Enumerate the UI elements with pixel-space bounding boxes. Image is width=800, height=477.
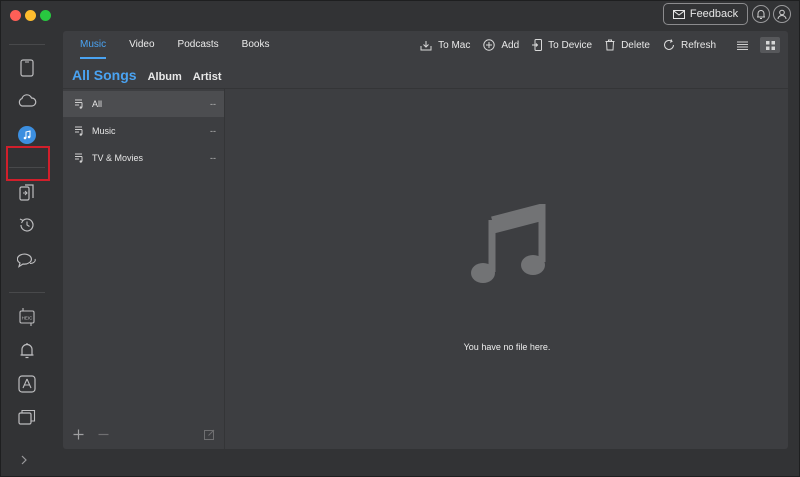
notifications-button[interactable] <box>752 5 770 23</box>
to-mac-label: To Mac <box>438 39 471 51</box>
subtab-artist[interactable]: Artist <box>193 71 222 83</box>
title-bar: Feedback <box>1 1 800 29</box>
app-window: Feedback HEIC Music Video Podcasts Books… <box>0 0 800 477</box>
rail-item-device[interactable] <box>15 56 39 80</box>
rail-item-icloud[interactable] <box>15 89 39 113</box>
svg-text:HEIC: HEIC <box>22 316 34 321</box>
list-item-label: TV & Movies <box>92 153 144 163</box>
expand-sidebar-button[interactable] <box>20 453 28 471</box>
new-playlist-button[interactable] <box>73 428 84 444</box>
list-view-button[interactable] <box>732 37 752 53</box>
user-icon <box>777 9 787 19</box>
minimize-window-button[interactable] <box>25 10 36 21</box>
category-tabs: Music Video Podcasts Books <box>63 31 275 59</box>
subtab-all-songs[interactable]: All Songs <box>72 67 137 83</box>
to-mac-button[interactable]: To Mac <box>420 40 470 51</box>
music-note-icon <box>471 204 546 283</box>
add-label: Add <box>501 39 520 51</box>
app-store-icon <box>18 375 36 393</box>
plus-icon <box>73 429 84 440</box>
edit-icon <box>204 429 215 440</box>
chevron-right-icon <box>21 455 27 465</box>
cards-icon <box>18 409 36 425</box>
list-item-tv-movies[interactable]: TV & Movies -- <box>63 145 224 171</box>
rail-divider <box>9 167 45 168</box>
rail-item-music[interactable] <box>15 123 39 147</box>
subtab-album[interactable]: Album <box>148 71 182 83</box>
list-item-count: -- <box>210 126 216 136</box>
playlist-icon <box>75 153 83 163</box>
list-item-label: Music <box>92 126 116 136</box>
selected-highlight <box>6 146 50 181</box>
list-item-all[interactable]: All -- <box>63 91 224 117</box>
tab-books[interactable]: Books <box>242 31 270 59</box>
send-to-device-icon <box>532 39 543 51</box>
list-item-music[interactable]: Music -- <box>63 118 224 144</box>
cloud-icon <box>18 94 37 107</box>
trash-icon <box>605 39 615 51</box>
tab-video[interactable]: Video <box>129 31 154 59</box>
refresh-button[interactable]: Refresh <box>663 39 716 51</box>
close-window-button[interactable] <box>10 10 21 21</box>
feedback-label: Feedback <box>689 8 739 20</box>
list-item-count: -- <box>210 99 216 109</box>
device-transfer-icon <box>19 184 34 201</box>
refresh-icon <box>664 39 674 50</box>
empty-message: You have no file here. <box>463 342 551 352</box>
notification-bell-icon <box>20 343 34 359</box>
download-tray-icon <box>420 40 432 50</box>
rail-divider <box>9 292 45 293</box>
empty-state: You have no file here. <box>226 89 788 449</box>
list-footer <box>63 425 224 449</box>
left-nav-rail: HEIC <box>1 29 53 477</box>
rail-divider <box>9 44 45 45</box>
rail-item-more[interactable] <box>15 405 39 429</box>
main-panel: Music Video Podcasts Books To Mac Add To… <box>63 31 788 449</box>
playlist-icon <box>75 126 83 136</box>
history-icon <box>19 218 34 232</box>
tab-music[interactable]: Music <box>80 31 107 59</box>
to-device-label: To Device <box>548 39 593 51</box>
rail-item-phone-switcher[interactable] <box>15 181 39 205</box>
tab-podcasts[interactable]: Podcasts <box>178 31 219 59</box>
view-subtabs: All Songs Album Artist <box>72 67 222 83</box>
zoom-window-button[interactable] <box>40 10 51 21</box>
minus-icon <box>98 433 109 436</box>
delete-button[interactable]: Delete <box>605 39 650 51</box>
heic-convert-icon: HEIC <box>19 308 35 326</box>
delete-label: Delete <box>621 39 650 51</box>
account-button[interactable] <box>773 5 791 23</box>
rail-item-heic[interactable]: HEIC <box>15 305 39 329</box>
chat-icon <box>17 253 36 268</box>
edit-playlist-button[interactable] <box>204 428 215 444</box>
rail-item-apps[interactable] <box>15 372 39 396</box>
list-view-icon <box>736 41 748 50</box>
feedback-button[interactable]: Feedback <box>663 3 748 25</box>
toolbar: To Mac Add To Device Delete Refresh <box>407 31 780 59</box>
playlist-icon <box>75 99 83 109</box>
add-circle-icon <box>483 39 496 51</box>
phone-icon <box>20 59 34 77</box>
refresh-label: Refresh <box>680 39 716 51</box>
mail-icon <box>672 9 685 19</box>
to-device-button[interactable]: To Device <box>532 39 592 51</box>
list-item-label: All <box>92 99 103 109</box>
list-item-count: -- <box>210 153 216 163</box>
rail-item-history[interactable] <box>15 213 39 237</box>
music-note-icon <box>18 126 36 144</box>
rail-item-messages[interactable] <box>15 247 39 271</box>
library-list: All -- Music -- TV & Movies -- <box>63 89 225 449</box>
bell-icon <box>757 9 765 19</box>
grid-view-icon <box>765 40 775 50</box>
add-button[interactable]: Add <box>483 39 519 51</box>
grid-view-button[interactable] <box>760 37 780 53</box>
remove-playlist-button[interactable] <box>98 428 109 444</box>
rail-item-alerts[interactable] <box>15 339 39 363</box>
